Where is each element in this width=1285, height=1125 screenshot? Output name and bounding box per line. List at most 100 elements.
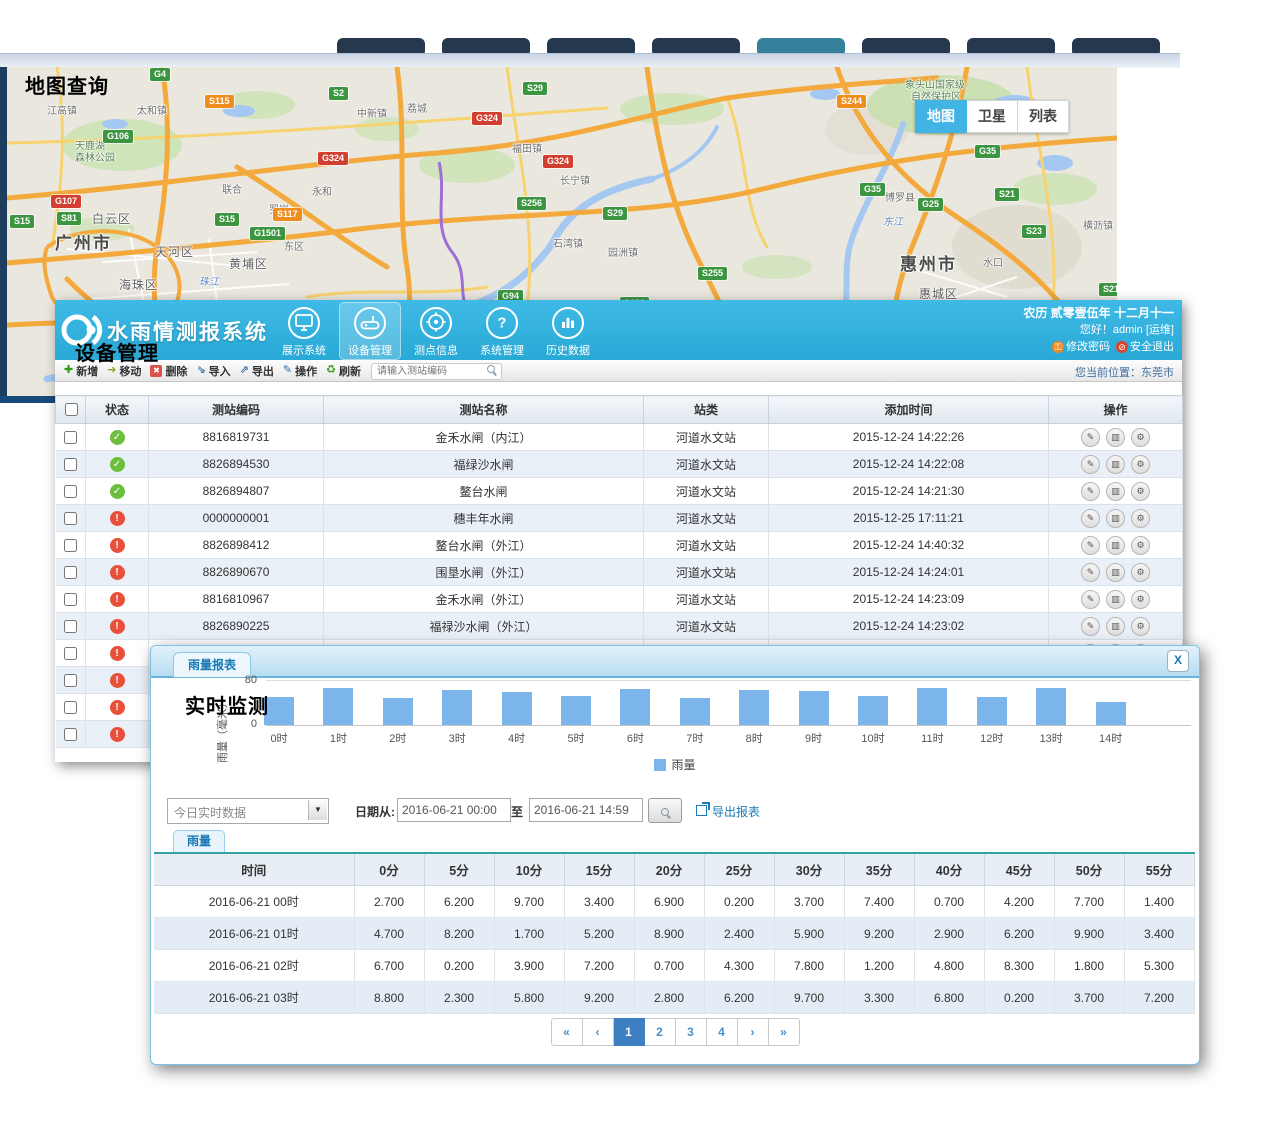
row-checkbox[interactable]: [64, 620, 77, 633]
edit-icon[interactable]: ✎: [1081, 536, 1100, 555]
x-tick-label: 6时: [615, 730, 655, 746]
select-all-checkbox[interactable]: [65, 403, 78, 416]
gear-icon[interactable]: ⚙: [1131, 617, 1150, 636]
row-checkbox[interactable]: [64, 728, 77, 741]
rain-value-cell: 5.900: [774, 918, 844, 950]
data-mode-select[interactable]: 今日实时数据 ▼: [167, 798, 329, 824]
toolbar-button-label: 删除: [165, 363, 187, 379]
date-from-input[interactable]: [397, 798, 511, 822]
row-checkbox[interactable]: [64, 674, 77, 687]
rain-value-cell: 6.200: [704, 982, 774, 1014]
chevron-down-icon[interactable]: ▼: [308, 800, 327, 820]
nav-item-question[interactable]: ?系统管理: [471, 302, 533, 360]
map-label: 天河区: [155, 243, 194, 260]
trash-icon[interactable]: ▥: [1106, 482, 1125, 501]
map-window-left-border: [0, 67, 7, 403]
query-button[interactable]: [648, 798, 682, 823]
x-tick-label: 7时: [675, 730, 715, 746]
rain-value-cell: 0.200: [984, 982, 1054, 1014]
page-button[interactable]: »: [769, 1018, 800, 1046]
chart-bar: [1036, 688, 1066, 725]
page-button[interactable]: 2: [645, 1018, 676, 1046]
rain-value-cell: 6.700: [354, 950, 424, 982]
map-view-button-1[interactable]: 卫星: [967, 100, 1018, 133]
tab-rain[interactable]: 雨量: [173, 830, 225, 852]
gear-icon[interactable]: ⚙: [1131, 455, 1150, 474]
page-button[interactable]: ›: [738, 1018, 769, 1046]
rain-value-cell: 0.200: [704, 886, 774, 918]
row-checkbox[interactable]: [64, 593, 77, 606]
gear-icon[interactable]: ⚙: [1131, 428, 1150, 447]
trash-icon[interactable]: ▥: [1106, 428, 1125, 447]
logout-link[interactable]: 安全退出: [1130, 341, 1174, 353]
edit-icon[interactable]: ✎: [1081, 455, 1100, 474]
status-error-icon: !: [110, 538, 125, 553]
status-cell: ✓: [86, 424, 149, 451]
edit-icon[interactable]: ✎: [1081, 590, 1100, 609]
toolbar-button-label: 刷新: [339, 363, 361, 379]
row-checkbox[interactable]: [64, 458, 77, 471]
header-user-area: 农历 贰零壹伍年 十二月十一 您好！admin [运维] ⚿修改密码⊘安全退出: [1023, 305, 1174, 356]
page-button-active[interactable]: 1: [614, 1018, 645, 1046]
status-cell: !: [86, 640, 149, 667]
station-name-cell: 金禾水闸（外江）: [324, 586, 644, 613]
target-icon: [420, 307, 452, 339]
change-password-link[interactable]: 修改密码: [1066, 341, 1110, 353]
map-view-button-0[interactable]: 地图: [915, 100, 967, 133]
trash-icon[interactable]: ▥: [1106, 536, 1125, 555]
nav-item-target[interactable]: 测点信息: [405, 302, 467, 360]
gear-icon[interactable]: ⚙: [1131, 509, 1150, 528]
trash-icon[interactable]: ▥: [1106, 617, 1125, 636]
map-view-button-2[interactable]: 列表: [1018, 100, 1069, 133]
trash-icon[interactable]: ▥: [1106, 590, 1125, 609]
page-button[interactable]: «: [551, 1018, 583, 1046]
trash-icon[interactable]: ▥: [1106, 563, 1125, 582]
edit-icon[interactable]: ✎: [1081, 482, 1100, 501]
gear-icon[interactable]: ⚙: [1131, 590, 1150, 609]
table-row: ✓8826894807鳌台水闸河道水文站2015-12-24 14:21:30✎…: [56, 478, 1183, 505]
page-button[interactable]: 4: [707, 1018, 738, 1046]
edit-icon[interactable]: ✎: [1081, 428, 1100, 447]
import-button[interactable]: ⇘导入: [196, 363, 230, 379]
trash-icon[interactable]: ▥: [1106, 455, 1125, 474]
rain-col-header: 40分: [914, 853, 984, 886]
nav-item-monitor[interactable]: 展示系统: [273, 302, 335, 360]
gear-icon[interactable]: ⚙: [1131, 563, 1150, 582]
export-report-link[interactable]: 导出报表: [696, 803, 760, 820]
station-search: [371, 361, 502, 380]
row-checkbox[interactable]: [64, 566, 77, 579]
search-icon[interactable]: [487, 365, 495, 373]
page-button[interactable]: 3: [676, 1018, 707, 1046]
row-checkbox[interactable]: [64, 431, 77, 444]
rain-row: 2016-06-21 01时4.7008.2001.7005.2008.9002…: [154, 918, 1194, 950]
row-checkbox[interactable]: [64, 647, 77, 660]
rain-col-header: 时间: [154, 853, 354, 886]
edit-icon[interactable]: ✎: [1081, 509, 1100, 528]
edit-icon[interactable]: ✎: [1081, 617, 1100, 636]
nav-label: 设备管理: [339, 342, 401, 358]
date-to-input[interactable]: [529, 798, 643, 822]
edit-icon[interactable]: ✎: [1081, 563, 1100, 582]
rain-col-header: 15分: [564, 853, 634, 886]
page-button[interactable]: ‹: [583, 1018, 614, 1046]
rain-value-cell: 2.900: [914, 918, 984, 950]
station-code-cell: 8826894530: [149, 451, 324, 478]
export-button[interactable]: ⇗导出: [240, 363, 274, 379]
station-search-input[interactable]: [371, 363, 502, 380]
row-checkbox[interactable]: [64, 539, 77, 552]
close-icon[interactable]: X: [1167, 650, 1189, 672]
gear-icon[interactable]: ⚙: [1131, 482, 1150, 501]
refresh-button[interactable]: ♻刷新: [326, 363, 361, 379]
user-role: [运维]: [1146, 324, 1174, 336]
operate-button[interactable]: ✎操作: [283, 363, 317, 379]
row-checkbox[interactable]: [64, 701, 77, 714]
nav-item-chart[interactable]: 历史数据: [537, 302, 599, 360]
trash-icon[interactable]: ▥: [1106, 509, 1125, 528]
export-label: 导出报表: [712, 805, 760, 819]
nav-item-device[interactable]: 设备管理: [339, 302, 401, 360]
row-checkbox-cell: [56, 694, 86, 721]
rain-value-cell: 7.800: [774, 950, 844, 982]
row-checkbox[interactable]: [64, 512, 77, 525]
gear-icon[interactable]: ⚙: [1131, 536, 1150, 555]
row-checkbox[interactable]: [64, 485, 77, 498]
